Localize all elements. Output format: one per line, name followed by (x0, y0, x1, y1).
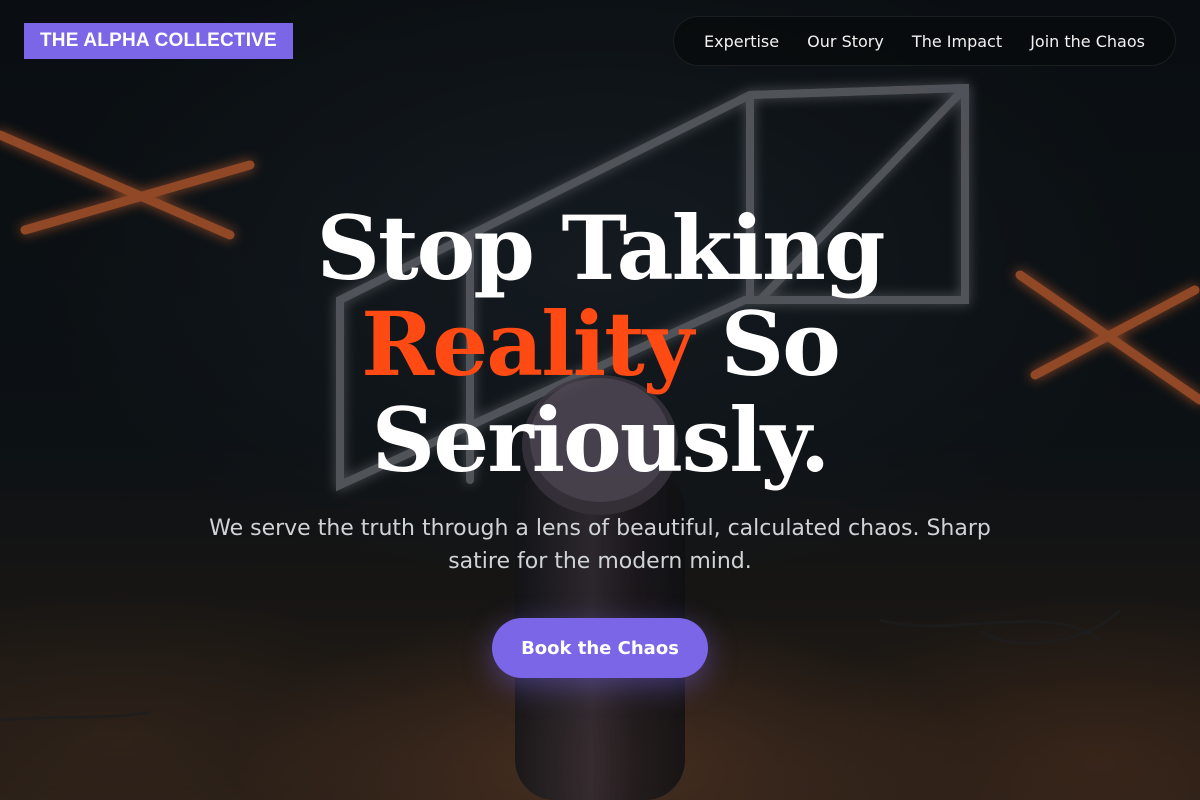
headline-line-3: Seriously. (371, 388, 831, 492)
book-the-chaos-button[interactable]: Book the Chaos (492, 618, 708, 678)
brand-logo[interactable]: THE ALPHA COLLECTIVE (24, 23, 293, 59)
main-nav: Expertise Our Story The Impact Join the … (673, 16, 1176, 66)
headline-line-2: So (720, 292, 841, 396)
nav-link-our-story[interactable]: Our Story (807, 32, 884, 51)
hero-headline: Stop Taking Reality So Seriously. (200, 200, 1000, 488)
hero-subtitle: We serve the truth through a lens of bea… (209, 516, 991, 574)
headline-line-1: Stop Taking (316, 196, 885, 300)
nav-link-expertise[interactable]: Expertise (704, 32, 779, 51)
nav-link-join-the-chaos[interactable]: Join the Chaos (1030, 32, 1145, 51)
headline-accent-word: Reality (361, 292, 694, 396)
brand-name: THE ALPHA COLLECTIVE (40, 30, 277, 51)
nav-link-the-impact[interactable]: The Impact (912, 32, 1002, 51)
